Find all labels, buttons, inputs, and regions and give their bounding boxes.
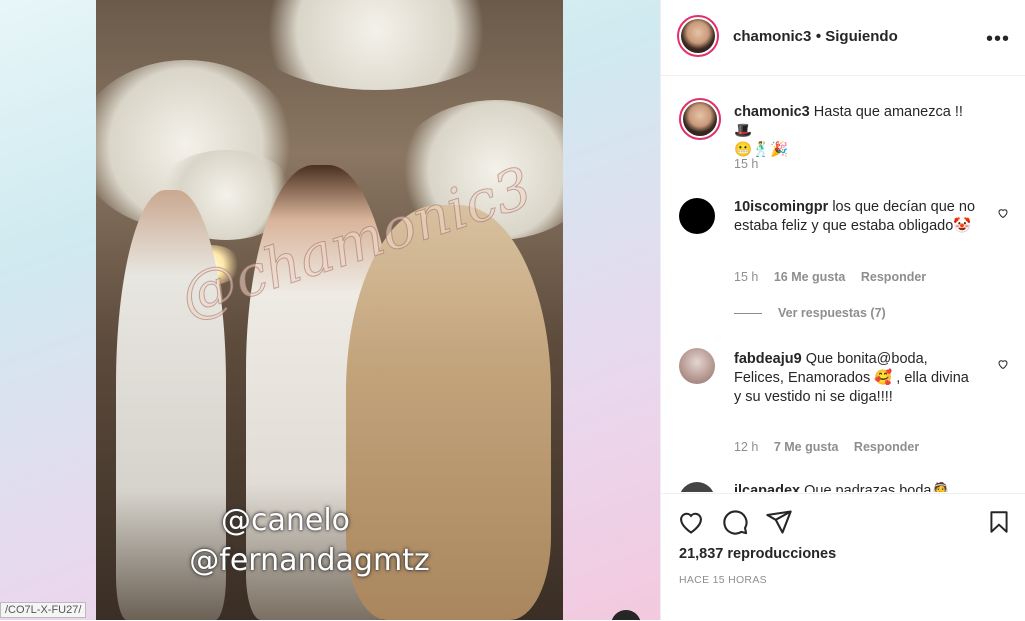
comment-text: fabdeaju9 Que bonita@boda, Felices, Enam… <box>734 350 979 407</box>
heart-icon[interactable] <box>997 207 1009 219</box>
comment-likes[interactable]: 16 Me gusta <box>774 270 846 284</box>
comment-item: 10iscomingpr los que decían que no estab… <box>679 198 1009 298</box>
caption-time: 15 h <box>734 157 759 171</box>
commenter-avatar[interactable] <box>679 482 715 492</box>
comment-meta: 12 h 7 Me gusta Responder <box>734 440 931 454</box>
commenter-avatar[interactable] <box>679 348 715 384</box>
heart-icon[interactable] <box>997 358 1009 370</box>
views-count[interactable]: 21,837 reproducciones <box>679 546 836 562</box>
caption-meta: 15 h <box>734 157 770 171</box>
post-header: chamonic3 • Siguiendo ••• <box>661 0 1025 76</box>
url-status: /CO7L-X-FU27/ <box>0 602 87 618</box>
comment-username[interactable]: fabdeaju9 <box>734 351 802 367</box>
post-panel: chamonic3 • Siguiendo ••• chamonic3 Hast… <box>660 0 1025 620</box>
post-actions: 21,837 reproducciones HACE 15 HORAS <box>661 493 1025 621</box>
post-time: HACE 15 HORAS <box>679 574 767 586</box>
view-replies-button[interactable]: Ver respuestas (7) <box>734 306 886 320</box>
comment-username[interactable]: 10iscomingpr <box>734 199 828 215</box>
author-username[interactable]: chamonic3 <box>733 28 811 45</box>
video-tag-fernanda: @fernandagmtz <box>189 543 430 578</box>
comment-username[interactable]: jlcapadex <box>734 483 800 492</box>
header-user: chamonic3 • Siguiendo <box>733 28 898 46</box>
caption-avatar[interactable] <box>679 98 721 140</box>
caption: chamonic3 Hasta que amanezca !! 🎩 😬🕺🎉 15… <box>679 98 1009 208</box>
bookmark-icon[interactable] <box>986 508 1012 536</box>
media-area: @chamonic3 @canelo @fernandagmtz /CO7L-X… <box>0 0 660 620</box>
comment-time: 12 h <box>734 440 759 454</box>
comment-body: Que padrazas boda👰 <box>804 483 950 492</box>
author-avatar[interactable] <box>677 15 719 57</box>
reply-button[interactable]: Responder <box>854 440 919 454</box>
comment-item: jlcapadex Que padrazas boda👰 <box>679 482 1009 492</box>
comment-item: fabdeaju9 Que bonita@boda, Felices, Enam… <box>679 348 1009 458</box>
comment-icon[interactable] <box>721 508 749 536</box>
commenter-avatar[interactable] <box>679 198 715 234</box>
follow-status[interactable]: • Siguiendo <box>816 28 898 45</box>
flower-decoration <box>246 0 506 90</box>
comment-meta: 15 h 16 Me gusta Responder <box>734 270 938 284</box>
more-icon[interactable]: ••• <box>986 28 1010 51</box>
video-tag-canelo: @canelo <box>220 503 351 538</box>
comment-time: 15 h <box>734 270 759 284</box>
comment-likes[interactable]: 7 Me gusta <box>774 440 839 454</box>
caption-emojis: 😬🕺🎉 <box>734 142 789 158</box>
comment-text: 10iscomingpr los que decían que no estab… <box>734 198 979 236</box>
post-video[interactable]: @chamonic3 @canelo @fernandagmtz <box>96 0 563 620</box>
share-icon[interactable] <box>765 508 793 536</box>
next-post-button[interactable] <box>611 610 641 620</box>
comment-text: jlcapadex Que padrazas boda👰 <box>734 482 979 492</box>
follow-status-label: Siguiendo <box>825 28 898 45</box>
heart-icon[interactable] <box>677 508 705 536</box>
caption-username[interactable]: chamonic3 <box>734 104 810 120</box>
comments-list[interactable]: chamonic3 Hasta que amanezca !! 🎩 😬🕺🎉 15… <box>661 76 1025 492</box>
reply-button[interactable]: Responder <box>861 270 926 284</box>
caption-text: chamonic3 Hasta que amanezca !! 🎩 😬🕺🎉 <box>734 103 979 160</box>
